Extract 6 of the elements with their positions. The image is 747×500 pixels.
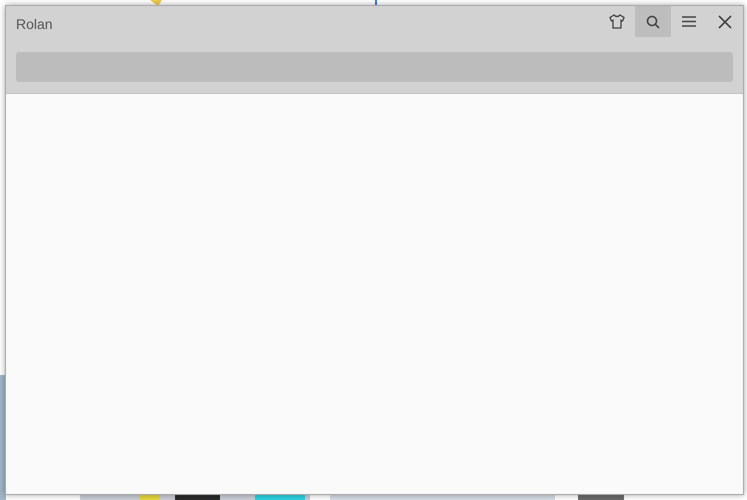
shirt-icon (609, 14, 625, 29)
search-button[interactable] (635, 6, 671, 37)
close-icon (718, 14, 732, 28)
search-icon (646, 14, 660, 28)
menu-icon (682, 16, 696, 27)
window-title: Rolan (16, 16, 54, 32)
